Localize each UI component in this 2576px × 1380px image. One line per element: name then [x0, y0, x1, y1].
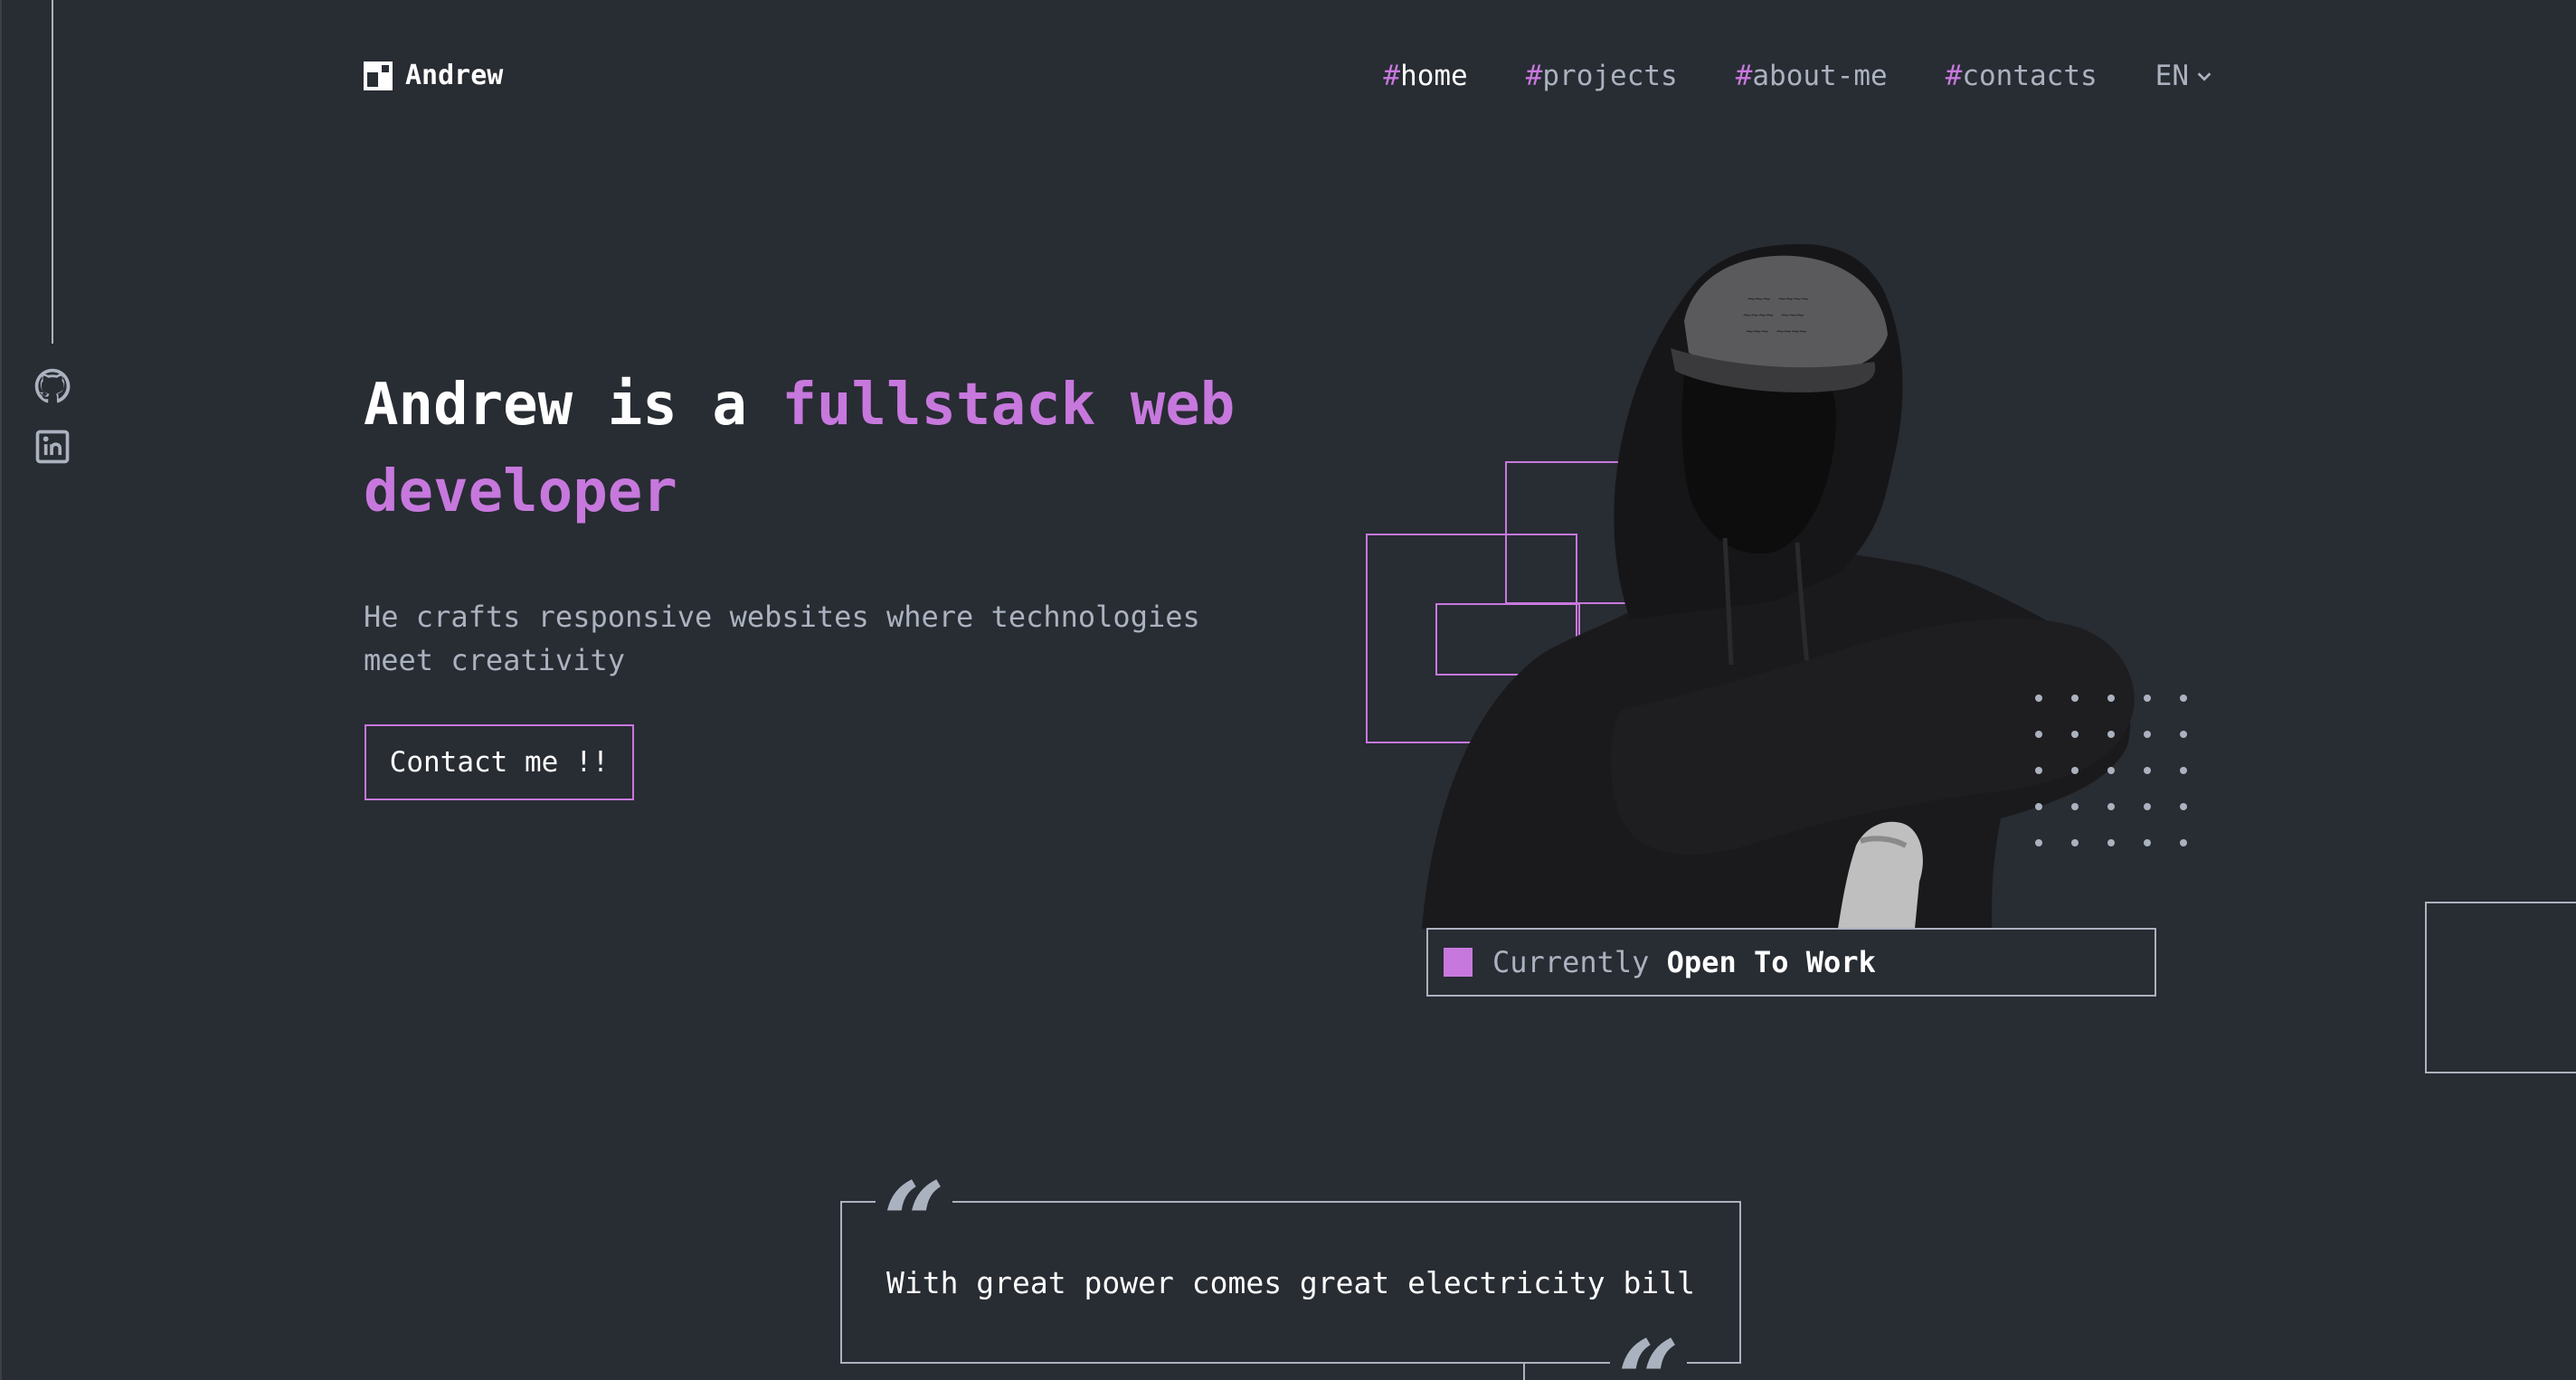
- dot: [2144, 695, 2151, 702]
- quote-divider: [1523, 1362, 1525, 1380]
- language-select[interactable]: EN: [2155, 60, 2214, 92]
- github-icon[interactable]: [33, 366, 72, 406]
- nav-label: home: [1400, 60, 1468, 92]
- hero-title-plain: Andrew is a: [364, 372, 782, 439]
- quote-text: With great power comes great electricity…: [886, 1264, 1696, 1300]
- social-rail-line: [52, 0, 53, 344]
- dot: [2180, 839, 2187, 846]
- svg-text:~~~ ~~~~: ~~~ ~~~~: [1747, 292, 1808, 307]
- nav-label: about-me: [1752, 60, 1888, 92]
- status-prefix: Currently: [1492, 945, 1650, 979]
- dot: [2071, 839, 2079, 846]
- dot: [2144, 839, 2151, 846]
- status-indicator: [1444, 948, 1473, 977]
- dot: [2180, 731, 2187, 738]
- nav-hash: #: [1383, 60, 1401, 92]
- dot: [2107, 767, 2115, 774]
- quote-close-mark: “: [1610, 1327, 1688, 1380]
- dot: [2035, 803, 2042, 810]
- nav-hash: #: [1735, 60, 1753, 92]
- dot: [2071, 731, 2079, 738]
- dot: [2144, 767, 2151, 774]
- dot: [2107, 731, 2115, 738]
- quote-open-mark: “: [876, 1168, 953, 1277]
- nav-link-contacts[interactable]: #contacts: [1946, 60, 2098, 92]
- contact-me-button[interactable]: Contact me !!: [365, 724, 634, 800]
- nav-link-home[interactable]: #home: [1383, 60, 1467, 92]
- dot: [2144, 803, 2151, 810]
- dot: [2180, 803, 2187, 810]
- hero-subtitle: He crafts responsive websites where tech…: [364, 600, 1200, 677]
- nav-hash: #: [1525, 60, 1543, 92]
- svg-text:~~~ ~~~~: ~~~ ~~~~: [1746, 325, 1806, 339]
- svg-text:~~~~ ~~~: ~~~~ ~~~: [1743, 308, 1804, 323]
- hero-title-accent: fullstack web: [781, 372, 1236, 439]
- hero-title-accent-2: developer: [364, 458, 677, 525]
- dot-grid-decor: [2035, 695, 2207, 857]
- decor-box: [2425, 902, 2576, 1073]
- status-value: Open To Work: [1666, 945, 1876, 979]
- dot: [2071, 767, 2079, 774]
- nav-hash: #: [1945, 60, 1963, 92]
- dot: [2035, 839, 2042, 846]
- dot: [2107, 803, 2115, 810]
- quote-box: “ With great power comes great electrici…: [840, 1168, 1741, 1364]
- dot: [2035, 731, 2042, 738]
- main-nav: #home #projects #about-me #contacts EN: [1383, 60, 2214, 92]
- brand-logo[interactable]: Andrew: [364, 60, 503, 91]
- nav-link-projects[interactable]: #projects: [1526, 60, 1678, 92]
- dot: [2107, 695, 2115, 702]
- dot: [2107, 839, 2115, 846]
- brand-name: Andrew: [405, 60, 504, 91]
- language-value: EN: [2155, 60, 2189, 92]
- nav-link-about-me[interactable]: #about-me: [1736, 60, 1888, 92]
- status-badge: Currently Open To Work: [1426, 928, 2156, 997]
- chevron-down-icon: [2197, 72, 2211, 81]
- dot: [2071, 803, 2079, 810]
- nav-label: projects: [1542, 60, 1678, 92]
- dot: [2071, 695, 2079, 702]
- logo-mark-icon: [364, 61, 393, 90]
- dot: [2035, 767, 2042, 774]
- dot: [2144, 731, 2151, 738]
- linkedin-icon[interactable]: [33, 427, 72, 467]
- dot: [2180, 695, 2187, 702]
- nav-label: contacts: [1962, 60, 2098, 92]
- page: Andrew #home #projects #about-me #contac…: [0, 0, 2576, 1380]
- hero-title: Andrew is a fullstack web developer: [364, 362, 1340, 535]
- dot: [2035, 695, 2042, 702]
- dot: [2180, 767, 2187, 774]
